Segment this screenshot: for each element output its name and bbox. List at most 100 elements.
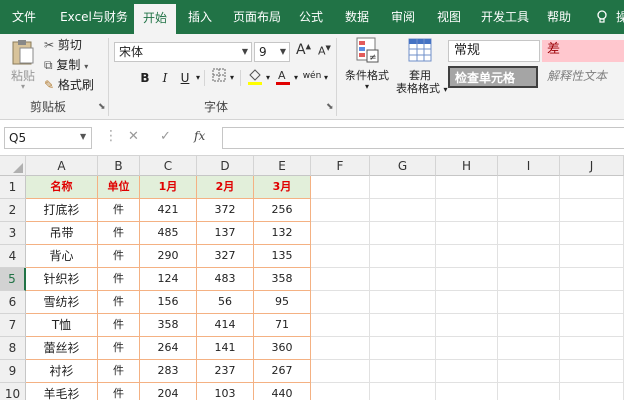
fill-color-dropdown-icon[interactable]: ▾ (264, 68, 272, 88)
cell-e3[interactable]: 132 (254, 222, 311, 245)
cell-j8[interactable] (560, 337, 624, 360)
row-header-1[interactable]: 1 (0, 176, 26, 199)
underline-button[interactable]: U (176, 68, 194, 88)
cell-g4[interactable] (370, 245, 436, 268)
cell-j9[interactable] (560, 360, 624, 383)
cell-j6[interactable] (560, 291, 624, 314)
italic-button[interactable]: I (156, 68, 174, 88)
fill-color-button[interactable] (244, 68, 266, 88)
grow-font-button[interactable]: A▲ (296, 42, 311, 58)
cell-i4[interactable] (498, 245, 560, 268)
paste-dropdown-icon[interactable]: ▾ (8, 83, 38, 91)
cell-h1[interactable] (436, 176, 498, 199)
cell-g1[interactable] (370, 176, 436, 199)
row-header-4[interactable]: 4 (0, 245, 26, 268)
tab-formulas[interactable]: 公式 (294, 0, 328, 34)
cell-f1[interactable] (311, 176, 370, 199)
cell-h3[interactable] (436, 222, 498, 245)
border-button[interactable] (208, 68, 230, 88)
cell-g2[interactable] (370, 199, 436, 222)
cell-d6[interactable]: 56 (197, 291, 254, 314)
cell-e4[interactable]: 135 (254, 245, 311, 268)
cell-c9[interactable]: 283 (140, 360, 197, 383)
cell-g8[interactable] (370, 337, 436, 360)
tab-home[interactable]: 开始 (134, 4, 176, 34)
cell-j7[interactable] (560, 314, 624, 337)
cell-b3[interactable]: 件 (98, 222, 140, 245)
tab-view[interactable]: 视图 (430, 0, 468, 34)
cell-d8[interactable]: 141 (197, 337, 254, 360)
format-painter-button[interactable]: ✎ 格式刷 (44, 76, 94, 94)
cell-d1[interactable]: 2月 (197, 176, 254, 199)
style-normal[interactable]: 常规 (448, 40, 540, 62)
cell-f8[interactable] (311, 337, 370, 360)
cell-d7[interactable]: 414 (197, 314, 254, 337)
style-bad[interactable]: 差 (542, 40, 624, 62)
cell-g3[interactable] (370, 222, 436, 245)
row-header-8[interactable]: 8 (0, 337, 26, 360)
cell-a9[interactable]: 衬衫 (26, 360, 98, 383)
column-header-e[interactable]: E (254, 156, 311, 176)
cell-c1[interactable]: 1月 (140, 176, 197, 199)
conditional-format-button[interactable]: ≠ 条件格式 ▾ (342, 36, 392, 91)
font-color-dropdown-icon[interactable]: ▾ (292, 68, 300, 88)
cell-j10[interactable] (560, 383, 624, 400)
cell-a5[interactable]: 针织衫 (26, 268, 98, 291)
cell-f6[interactable] (311, 291, 370, 314)
cell-e5[interactable]: 358 (254, 268, 311, 291)
cell-e6[interactable]: 95 (254, 291, 311, 314)
cell-j4[interactable] (560, 245, 624, 268)
clipboard-launcher-icon[interactable]: ⬊ (98, 102, 106, 112)
tab-review[interactable]: 审阅 (384, 0, 422, 34)
font-size-combo[interactable]: 9 ▼ (254, 42, 290, 62)
column-header-a[interactable]: A (26, 156, 98, 176)
phonetic-button[interactable]: wén (300, 70, 324, 90)
cell-h4[interactable] (436, 245, 498, 268)
cell-b2[interactable]: 件 (98, 199, 140, 222)
tab-excel-finance[interactable]: Excel与财务 (54, 0, 134, 34)
row-header-2[interactable]: 2 (0, 199, 26, 222)
tab-help[interactable]: 帮助 (540, 0, 578, 34)
cell-h2[interactable] (436, 199, 498, 222)
cell-d9[interactable]: 237 (197, 360, 254, 383)
cell-c5[interactable]: 124 (140, 268, 197, 291)
lightbulb-icon[interactable] (596, 10, 608, 28)
cell-g10[interactable] (370, 383, 436, 400)
cell-e8[interactable]: 360 (254, 337, 311, 360)
drag-handle-icon[interactable]: ⋮ (104, 128, 118, 144)
column-header-c[interactable]: C (140, 156, 197, 176)
cell-i2[interactable] (498, 199, 560, 222)
shrink-font-button[interactable]: A▼ (318, 44, 331, 58)
cell-f7[interactable] (311, 314, 370, 337)
cell-a8[interactable]: 蕾丝衫 (26, 337, 98, 360)
cell-i9[interactable] (498, 360, 560, 383)
column-header-b[interactable]: B (98, 156, 140, 176)
cell-f4[interactable] (311, 245, 370, 268)
cell-d4[interactable]: 327 (197, 245, 254, 268)
column-header-j[interactable]: J (560, 156, 624, 176)
column-header-f[interactable]: F (311, 156, 370, 176)
cell-f9[interactable] (311, 360, 370, 383)
cell-e2[interactable]: 256 (254, 199, 311, 222)
bold-button[interactable]: B (136, 68, 154, 88)
cell-a4[interactable]: 背心 (26, 245, 98, 268)
cell-j3[interactable] (560, 222, 624, 245)
column-header-h[interactable]: H (436, 156, 498, 176)
cell-e7[interactable]: 71 (254, 314, 311, 337)
cell-g7[interactable] (370, 314, 436, 337)
cell-g5[interactable] (370, 268, 436, 291)
copy-dropdown-icon[interactable]: ▾ (84, 62, 88, 71)
cell-c3[interactable]: 485 (140, 222, 197, 245)
name-box[interactable]: Q5 (4, 127, 92, 149)
cell-h10[interactable] (436, 383, 498, 400)
cell-h5[interactable] (436, 268, 498, 291)
cell-b10[interactable]: 件 (98, 383, 140, 400)
tab-page-layout[interactable]: 页面布局 (228, 0, 286, 34)
style-explanatory[interactable]: 解释性文本 (542, 66, 624, 88)
cell-d10[interactable]: 103 (197, 383, 254, 400)
cell-h9[interactable] (436, 360, 498, 383)
column-header-g[interactable]: G (370, 156, 436, 176)
tab-tell-me[interactable]: 操 (616, 0, 624, 34)
cell-d3[interactable]: 137 (197, 222, 254, 245)
column-header-d[interactable]: D (197, 156, 254, 176)
